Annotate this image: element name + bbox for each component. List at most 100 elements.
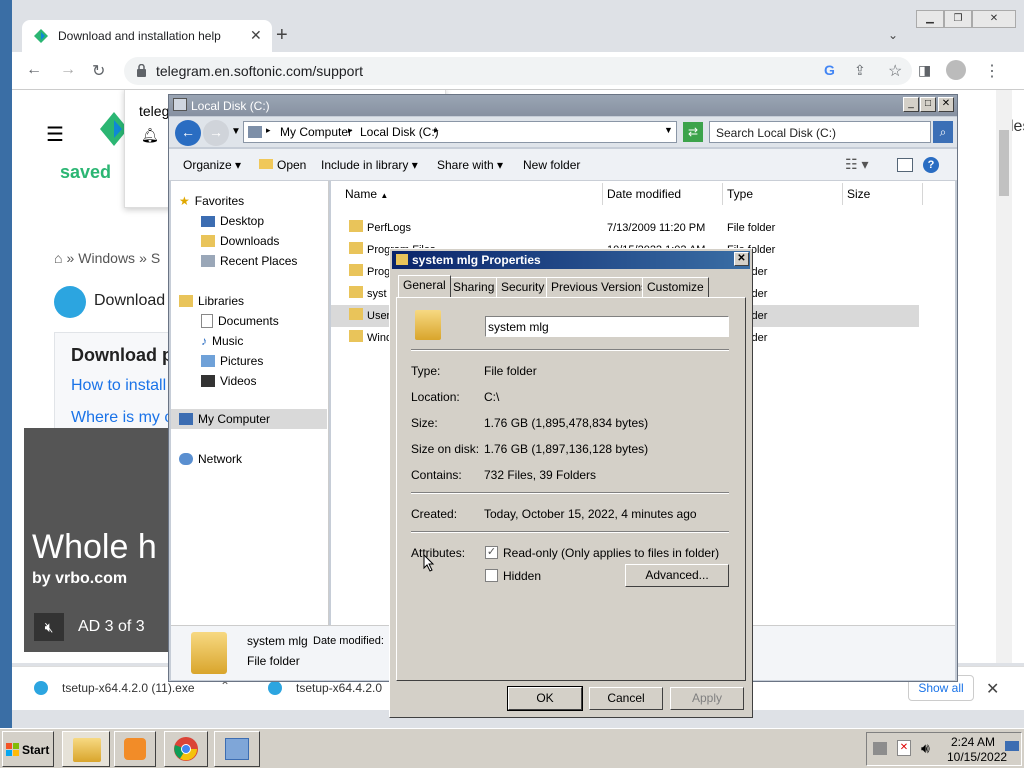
show-desktop-icon[interactable] — [1005, 741, 1019, 751]
browser-tab[interactable]: Download and installation help ✕ — [22, 20, 272, 52]
view-options-icon[interactable]: ☷ ▾ — [845, 156, 868, 173]
new-tab-button[interactable]: + — [276, 24, 288, 47]
close-download-bar-icon[interactable]: ✕ — [986, 679, 999, 699]
google-icon[interactable]: G — [824, 62, 835, 78]
maximize-button[interactable]: ❐ — [944, 10, 972, 28]
share-with-button[interactable]: Share with ▾ — [437, 158, 503, 172]
nav-downloads[interactable]: Downloads — [201, 232, 279, 250]
nav-videos[interactable]: Videos — [201, 372, 256, 390]
explorer-taskbar-button[interactable] — [62, 731, 110, 767]
nav-desktop[interactable]: Desktop — [201, 212, 264, 230]
properties-titlebar[interactable]: system mlg Properties ✕ — [392, 251, 750, 269]
volume-icon[interactable]: 🔊︎ — [921, 740, 930, 757]
maximize-button[interactable]: □ — [920, 97, 936, 112]
breadcrumb-item[interactable]: S — [151, 250, 160, 266]
profile-avatar-icon[interactable] — [946, 60, 966, 80]
forward-arrow-icon[interactable]: → — [203, 120, 229, 146]
back-arrow-icon[interactable]: ← — [175, 120, 201, 146]
share-icon[interactable]: ⇪ — [854, 62, 866, 79]
network-tray-icon[interactable] — [873, 742, 887, 755]
address-bar[interactable]: telegram.en.softonic.com/support G ⇪ ☆ — [124, 57, 912, 85]
minimize-button[interactable]: _ — [903, 97, 919, 112]
column-header-type[interactable]: Type — [723, 183, 843, 205]
bookmark-star-icon[interactable]: ☆ — [888, 61, 902, 81]
star-icon: ★ — [179, 194, 190, 208]
video-ad[interactable]: Whole h by vrbo.com 🔇︎ AD 3 of 3 — [24, 428, 180, 652]
action-center-icon[interactable]: ✕ — [897, 740, 911, 756]
page-scrollbar[interactable] — [996, 90, 1012, 663]
table-row[interactable]: PerfLogs 7/13/2009 11:20 PM File folder — [331, 217, 955, 239]
apply-button[interactable]: Apply — [670, 687, 744, 710]
media-player-taskbar-button[interactable] — [114, 731, 156, 767]
download-item[interactable]: tsetup-x64.4.2.0 (11).exe — [62, 681, 195, 695]
column-header-size[interactable]: Size — [843, 183, 923, 205]
nav-documents[interactable]: Documents — [201, 312, 279, 330]
nav-libraries[interactable]: Libraries — [179, 292, 244, 310]
close-window-button[interactable]: ✕ — [972, 10, 1016, 28]
menu-kebab-icon[interactable]: ⋮ — [984, 61, 1000, 81]
column-header-date[interactable]: Date modified — [603, 183, 723, 205]
faq-link-where[interactable]: Where is my c — [71, 409, 172, 427]
close-button[interactable]: ✕ — [734, 252, 749, 266]
folder-name-field[interactable]: system mlg — [485, 316, 729, 337]
home-icon[interactable]: ⌂ — [54, 250, 62, 266]
breadcrumb-chevron-icon[interactable]: ▸ — [434, 125, 439, 136]
new-folder-button[interactable]: New folder — [523, 158, 580, 172]
chrome-taskbar-button[interactable] — [164, 731, 208, 767]
tab-search-icon[interactable]: ⌄ — [888, 28, 898, 42]
nav-network[interactable]: Network — [179, 450, 242, 468]
refresh-icon[interactable]: ⇄ — [683, 122, 703, 142]
address-breadcrumb[interactable]: ▸ My Computer ▸ Local Disk (C:) ▸ ▼ — [243, 121, 677, 143]
recent-pages-chevron-icon[interactable]: ▼ — [231, 126, 241, 137]
hidden-checkbox[interactable] — [485, 569, 498, 582]
scrollbar-thumb[interactable] — [999, 130, 1009, 196]
breadcrumb-chevron-icon[interactable]: ▸ — [266, 125, 271, 136]
mute-icon[interactable]: 🔇︎ — [34, 613, 64, 641]
open-button[interactable]: Open — [259, 158, 306, 172]
reload-icon[interactable]: ↻ — [92, 61, 105, 81]
tab-security[interactable]: Security — [496, 277, 550, 297]
breadcrumb-chevron-icon[interactable]: ▸ — [348, 125, 353, 136]
nav-pictures[interactable]: Pictures — [201, 352, 263, 370]
breadcrumb-windows[interactable]: Windows — [78, 250, 135, 266]
breadcrumb-my-computer[interactable]: My Computer — [280, 125, 352, 139]
side-panel-icon[interactable]: ◨ — [918, 62, 931, 79]
control-panel-taskbar-button[interactable] — [214, 731, 260, 767]
url-text: telegram.en.softonic.com/support — [156, 63, 363, 79]
cancel-button[interactable]: Cancel — [589, 687, 663, 710]
include-in-library-button[interactable]: Include in library ▾ — [321, 158, 418, 172]
tab-sharing[interactable]: Sharing — [448, 277, 500, 297]
search-input[interactable]: Search Local Disk (C:) — [709, 121, 931, 143]
start-button[interactable]: Start — [2, 731, 54, 767]
tab-general[interactable]: General — [398, 275, 451, 297]
download-item[interactable]: tsetup-x64.4.2.0 — [296, 681, 382, 695]
tab-previous-versions[interactable]: Previous Versions — [546, 277, 653, 297]
address-dropdown-icon[interactable]: ▼ — [664, 125, 673, 135]
details-type: File folder — [247, 654, 300, 668]
ok-button[interactable]: OK — [507, 686, 583, 711]
nav-music[interactable]: ♪ Music — [201, 332, 243, 350]
nav-recent-places[interactable]: Recent Places — [201, 252, 297, 270]
nav-my-computer[interactable]: My Computer — [179, 410, 270, 428]
faq-link-install[interactable]: How to install — [71, 377, 166, 395]
close-button[interactable]: ✕ — [938, 97, 954, 112]
clock-time[interactable]: 2:24 AM — [951, 735, 995, 749]
clock-date[interactable]: 10/15/2022 — [947, 750, 1007, 764]
nav-favorites[interactable]: ★ Favorites — [179, 192, 244, 210]
explorer-titlebar[interactable]: Local Disk (C:) _ □ ✕ — [169, 95, 957, 116]
breadcrumb-local-disk[interactable]: Local Disk (C:) — [360, 125, 439, 139]
tab-customize[interactable]: Customize — [642, 277, 709, 297]
organize-button[interactable]: Organize ▾ — [183, 158, 241, 172]
readonly-checkbox[interactable]: ✓ — [485, 546, 498, 559]
file-type: File folder — [727, 222, 776, 234]
tab-close-icon[interactable]: ✕ — [250, 27, 262, 44]
column-header-name[interactable]: Name ▲ — [331, 183, 603, 205]
forward-arrow-icon[interactable]: → — [60, 61, 76, 79]
advanced-button[interactable]: Advanced... — [625, 564, 729, 587]
search-icon[interactable]: ⌕ — [933, 121, 953, 143]
preview-pane-icon[interactable] — [897, 158, 913, 172]
minimize-button[interactable]: ▁ — [916, 10, 944, 28]
back-arrow-icon[interactable]: ← — [26, 61, 42, 79]
hamburger-menu-icon[interactable]: ☰ — [46, 122, 64, 147]
help-icon[interactable]: ? — [923, 157, 939, 173]
